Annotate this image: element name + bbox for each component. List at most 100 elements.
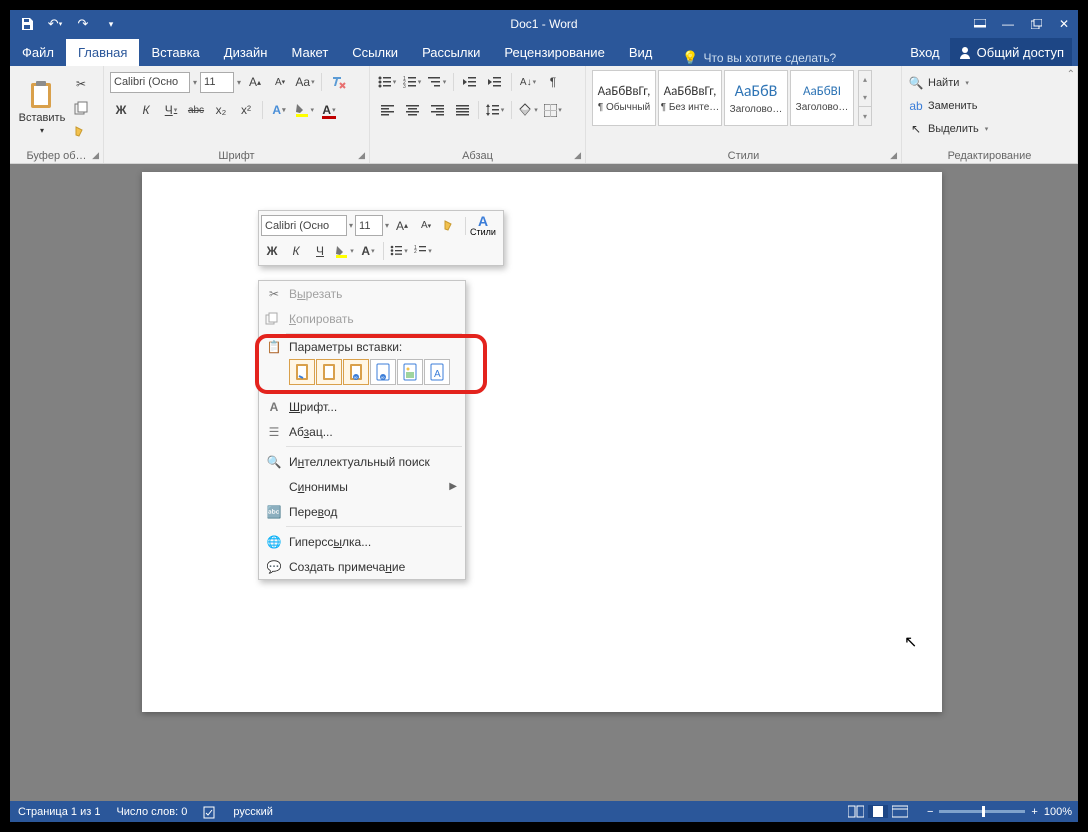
taskbar-viber[interactable]: ✆ [339,824,393,828]
paste-merge-button[interactable] [316,359,342,385]
highlight-color-button[interactable] [293,99,315,121]
zoom-in-button[interactable]: + [1031,806,1037,818]
numbering-button[interactable]: 123 [401,71,423,93]
mini-bold-button[interactable]: Ж [261,240,283,262]
paste-picture-button[interactable] [397,359,423,385]
mini-styles-button[interactable]: A Стили [470,214,496,237]
zoom-slider[interactable] [939,810,1025,813]
tell-me-search[interactable]: 💡 Что вы хотите сделать? [682,50,836,66]
collapse-ribbon-icon[interactable]: ⌃ [1067,69,1075,80]
increase-indent-button[interactable] [484,71,506,93]
redo-icon[interactable]: ↷ [72,13,94,35]
align-right-button[interactable] [426,99,448,121]
sign-in-link[interactable]: Вход [910,45,939,60]
justify-button[interactable] [451,99,473,121]
menu-paragraph[interactable]: ☰Абзац... [259,419,465,444]
share-button[interactable]: Общий доступ [950,38,1072,66]
tab-layout[interactable]: Макет [279,39,340,66]
save-icon[interactable] [16,13,38,35]
clipboard-launcher-icon[interactable]: ◢ [92,150,99,161]
text-effects-button[interactable]: A [268,99,290,121]
status-page[interactable]: Страница 1 из 1 [10,806,108,818]
chevron-down-icon[interactable]: ▾ [859,89,871,107]
menu-font[interactable]: AШрифт... [259,394,465,419]
bold-button[interactable]: Ж [110,99,132,121]
taskbar-mediaplayer[interactable]: ▶ [171,824,225,828]
bullets-button[interactable] [376,71,398,93]
mini-underline-button[interactable]: Ч [309,240,331,262]
view-web-icon[interactable] [892,805,908,818]
menu-copy[interactable]: Копировать [259,306,465,331]
paste-link-source-button[interactable]: ∞ [343,359,369,385]
view-read-icon[interactable] [848,805,864,818]
mini-font-color-button[interactable]: A [357,240,379,262]
undo-icon[interactable]: ↶▾ [44,13,66,35]
paste-button[interactable]: Вставить▾ [16,70,68,146]
zoom-level[interactable]: 100% [1044,806,1072,818]
tab-references[interactable]: Ссылки [340,39,410,66]
status-language[interactable]: русский [225,806,280,818]
paste-text-only-button[interactable]: A [424,359,450,385]
replace-button[interactable]: abЗаменить [908,96,977,116]
mini-grow-font-icon[interactable]: A▴ [391,215,413,237]
style-normal[interactable]: АаБбВвГг,¶ Обычный [592,70,656,126]
mini-bullets-button[interactable] [388,240,410,262]
tab-insert[interactable]: Вставка [139,39,211,66]
menu-new-comment[interactable]: 💬Создать примечание [259,554,465,579]
multilevel-button[interactable] [426,71,448,93]
font-launcher-icon[interactable]: ◢ [358,150,365,161]
decrease-indent-button[interactable] [459,71,481,93]
styles-launcher-icon[interactable]: ◢ [890,150,897,161]
paste-keep-source-button[interactable] [289,359,315,385]
show-marks-button[interactable]: ¶ [542,71,564,93]
tab-home[interactable]: Главная [66,39,139,66]
zoom-out-button[interactable]: − [927,806,933,818]
menu-cut[interactable]: ✂Вырезать [259,281,465,306]
find-button[interactable]: 🔍Найти▾ [908,73,969,93]
mini-italic-button[interactable]: К [285,240,307,262]
paste-link-merge-button[interactable]: ∞ [370,359,396,385]
font-name-combo[interactable]: Calibri (Осно [110,72,190,93]
taskbar-word[interactable]: W [507,824,561,828]
tab-view[interactable]: Вид [617,39,665,66]
menu-synonyms[interactable]: Синонимы▶ [259,474,465,499]
shading-button[interactable] [517,99,539,121]
strikethrough-button[interactable]: abc [185,99,207,121]
tab-mailings[interactable]: Рассылки [410,39,492,66]
style-gallery[interactable]: АаБбВвГг,¶ Обычный АаБбВвГг,¶ Без инте… … [592,70,854,126]
minimize-button[interactable]: — [994,10,1022,38]
mini-format-painter-icon[interactable] [439,215,461,237]
underline-button[interactable]: Ч [160,99,182,121]
menu-translate[interactable]: 🔤Перевод [259,499,465,524]
start-button[interactable] [13,824,57,828]
line-spacing-button[interactable] [484,99,506,121]
mini-font-combo[interactable]: Calibri (Осно [261,215,347,236]
tab-review[interactable]: Рецензирование [492,39,616,66]
font-size-combo[interactable]: 11 [200,72,234,93]
taskbar-firefox[interactable] [227,824,281,828]
status-word-count[interactable]: Число слов: 0 [108,806,195,818]
paragraph-launcher-icon[interactable]: ◢ [574,150,581,161]
style-heading2[interactable]: АаБбВIЗаголово… [790,70,854,126]
align-left-button[interactable] [376,99,398,121]
tray-clock[interactable]: 13:49 30.04.2017 [1003,827,1058,828]
show-desktop-button[interactable] [1066,825,1074,828]
menu-smart-lookup[interactable]: 🔍Интеллектуальный поиск [259,449,465,474]
mini-numbering-button[interactable]: 12 [412,240,434,262]
chevron-up-icon[interactable]: ▴ [859,71,871,89]
superscript-button[interactable]: x² [235,99,257,121]
ribbon-options-icon[interactable] [966,10,994,38]
style-heading1[interactable]: АаБбВЗаголово… [724,70,788,126]
taskbar-chrome[interactable] [283,824,337,828]
mini-highlight-button[interactable] [333,240,355,262]
qat-customize-icon[interactable]: ▾ [100,13,122,35]
style-gallery-scroll[interactable]: ▴ ▾ ▾ [858,70,872,126]
align-center-button[interactable] [401,99,423,121]
change-case-button[interactable]: Aa [294,71,316,93]
close-button[interactable]: ✕ [1050,10,1078,38]
taskbar-ie[interactable]: e [59,824,113,828]
sort-button[interactable]: A↓ [517,71,539,93]
gallery-more-icon[interactable]: ▾ [859,106,871,125]
italic-button[interactable]: К [135,99,157,121]
menu-hyperlink[interactable]: 🌐Гиперссылка... [259,529,465,554]
